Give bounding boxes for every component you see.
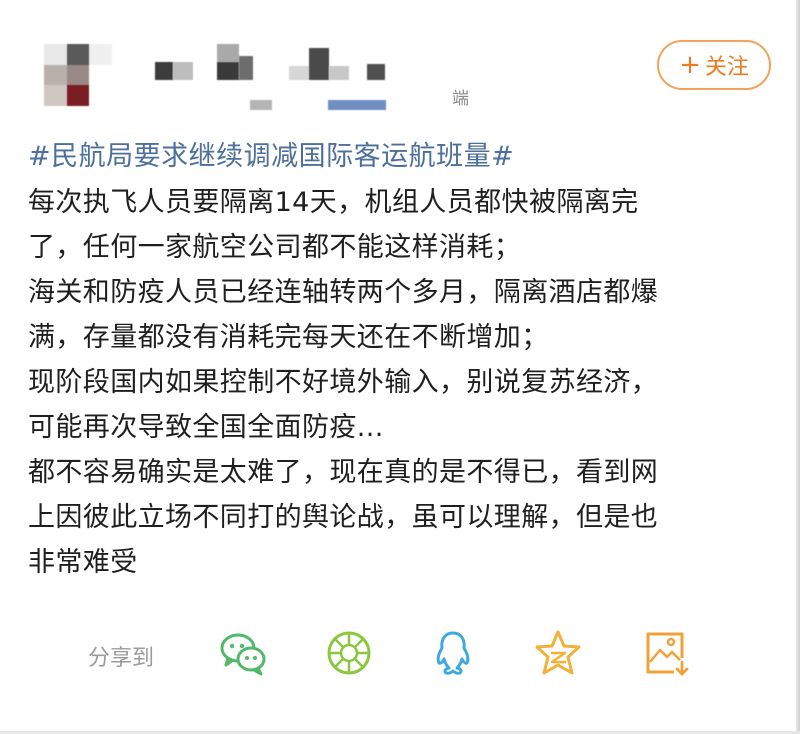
post-line: 海关和防疫人员已经连轴转两个多月，隔离酒店都爆	[28, 277, 659, 308]
post-line: 每次执飞人员要隔离14天，机组人员都快被隔离完	[28, 187, 639, 218]
qzone-icon[interactable]	[533, 628, 583, 678]
wechat-icon[interactable]	[218, 628, 268, 678]
post-line: 满，存量都没有消耗完每天还在不断增加；	[28, 322, 549, 353]
post-line: 现阶段国内如果控制不好境外输入，别说复苏经济，	[28, 367, 659, 398]
post-line: 都不容易确实是太难了，现在真的是不得已，看到网	[28, 457, 659, 488]
plus-icon: +	[679, 50, 701, 80]
post-line: 了，任何一家航空公司都不能这样消耗；	[28, 232, 522, 263]
scrollbar-edge	[796, 0, 800, 734]
hashtag-topic-link[interactable]: #民航局要求继续调减国际客运航班量#	[28, 134, 514, 173]
follow-button[interactable]: + 关注	[657, 40, 771, 90]
avatar[interactable]	[44, 44, 112, 106]
moments-icon[interactable]	[324, 628, 374, 678]
weibo-post-card: 端 + 关注 #民航局要求继续调减国际客运航班量# 每次执飞人员要隔离14天，机…	[0, 0, 800, 734]
post-text: 每次执飞人员要隔离14天，机组人员都快被隔离完 了，任何一家航空公司都不能这样消…	[28, 180, 768, 585]
post-line: 上因彼此立场不同打的舆论战，虽可以理解，但是也	[28, 502, 659, 533]
post-line: 非常难受	[28, 547, 138, 578]
save-image-icon[interactable]	[640, 628, 690, 678]
qq-icon[interactable]	[428, 628, 478, 678]
post-line: 可能再次导致全国全面防疫...	[28, 412, 384, 443]
post-source-suffix: 端	[452, 89, 469, 109]
share-label: 分享到	[88, 646, 155, 671]
follow-button-label: 关注	[704, 55, 749, 80]
